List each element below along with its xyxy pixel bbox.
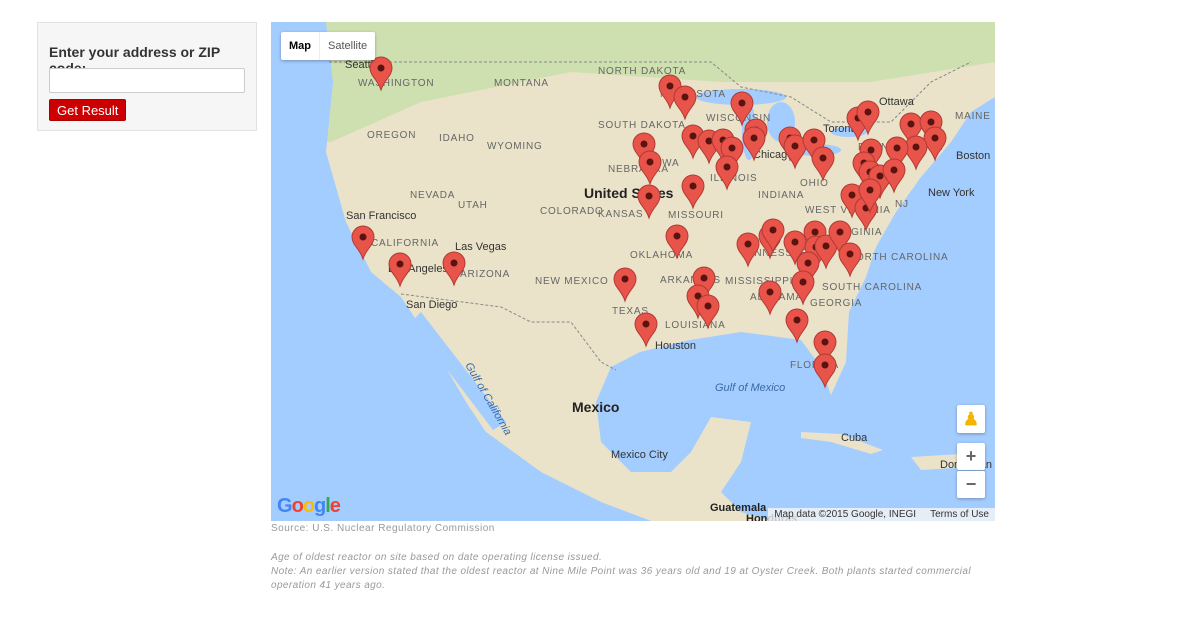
street-view-pegman-icon[interactable]: ♟ [957,405,985,433]
map-label: GEORGIA [810,298,862,309]
map-label: Cuba [841,432,868,444]
zoom-out-button[interactable]: − [957,471,985,498]
map-label: Ottawa [879,96,915,108]
map-label: Mexico City [611,449,668,461]
map-label: SOUTH DAKOTA [598,120,686,131]
map-label: OHIO [800,178,829,189]
google-logo: Google [277,495,341,517]
map-type-map[interactable]: Map [281,32,319,60]
map-label: WASHINGTON [358,78,434,89]
map-label: NEW MEXICO [535,276,609,287]
map-label: NJ [895,199,909,210]
map-label: NEVADA [410,190,455,201]
map-label: INDIANA [758,190,804,201]
get-result-button[interactable]: Get Result [49,99,127,121]
map-label: WYOMING [487,141,543,152]
map-type-control: Map Satellite [281,32,376,60]
map[interactable]: SeattleWASHINGTONMONTANANORTH DAKOTAMINN… [271,22,995,521]
map-label: IDAHO [439,133,475,144]
footnotes: Age of oldest reactor on site based on d… [271,551,991,593]
map-label: MAINE [955,111,991,122]
map-label: San Diego [406,299,457,311]
address-search-panel: Enter your address or ZIP code: Get Resu… [37,22,257,131]
map-label: SOUTH CAROLINA [822,282,922,293]
map-label: MISSOURI [668,210,724,221]
map-label: Mexico [572,399,619,415]
map-label: CALIFORNIA [371,238,439,249]
map-label: Las Vegas [455,241,507,253]
map-attribution: Map data ©2015 Google, INEGI Terms of Us… [768,508,995,521]
map-label: San Francisco [346,210,416,222]
map-type-satellite[interactable]: Satellite [319,32,375,60]
map-label: ARIZONA [460,269,510,280]
map-label: KANSAS [598,209,643,220]
map-label: NORTH CAROLINA [848,252,948,263]
map-label: Gulf of Mexico [715,382,785,394]
footnote: Age of oldest reactor on site based on d… [271,552,603,563]
map-label: OKLAHOMA [630,250,693,261]
source-note: Source: U.S. Nuclear Regulatory Commissi… [271,523,495,534]
map-label: COLORADO [540,206,604,217]
map-label: New York [928,187,975,199]
map-label: OREGON [367,130,416,141]
footnote: Note: An earlier version stated that the… [271,566,972,591]
map-label: Houston [655,340,696,352]
address-input[interactable] [49,68,245,93]
map-label: LOUISIANA [665,320,726,331]
terms-of-use-link[interactable]: Terms of Use [930,509,989,520]
map-label: MISSISSIPPI [725,276,793,287]
map-canvas: SeattleWASHINGTONMONTANANORTH DAKOTAMINN… [271,22,995,521]
attribution-text: Map data ©2015 Google, INEGI [774,509,917,520]
map-label: Boston [956,150,990,162]
zoom-in-button[interactable]: + [957,443,985,470]
map-label: United States [584,185,674,201]
map-label: MONTANA [494,78,549,89]
map-label: UTAH [458,200,488,211]
